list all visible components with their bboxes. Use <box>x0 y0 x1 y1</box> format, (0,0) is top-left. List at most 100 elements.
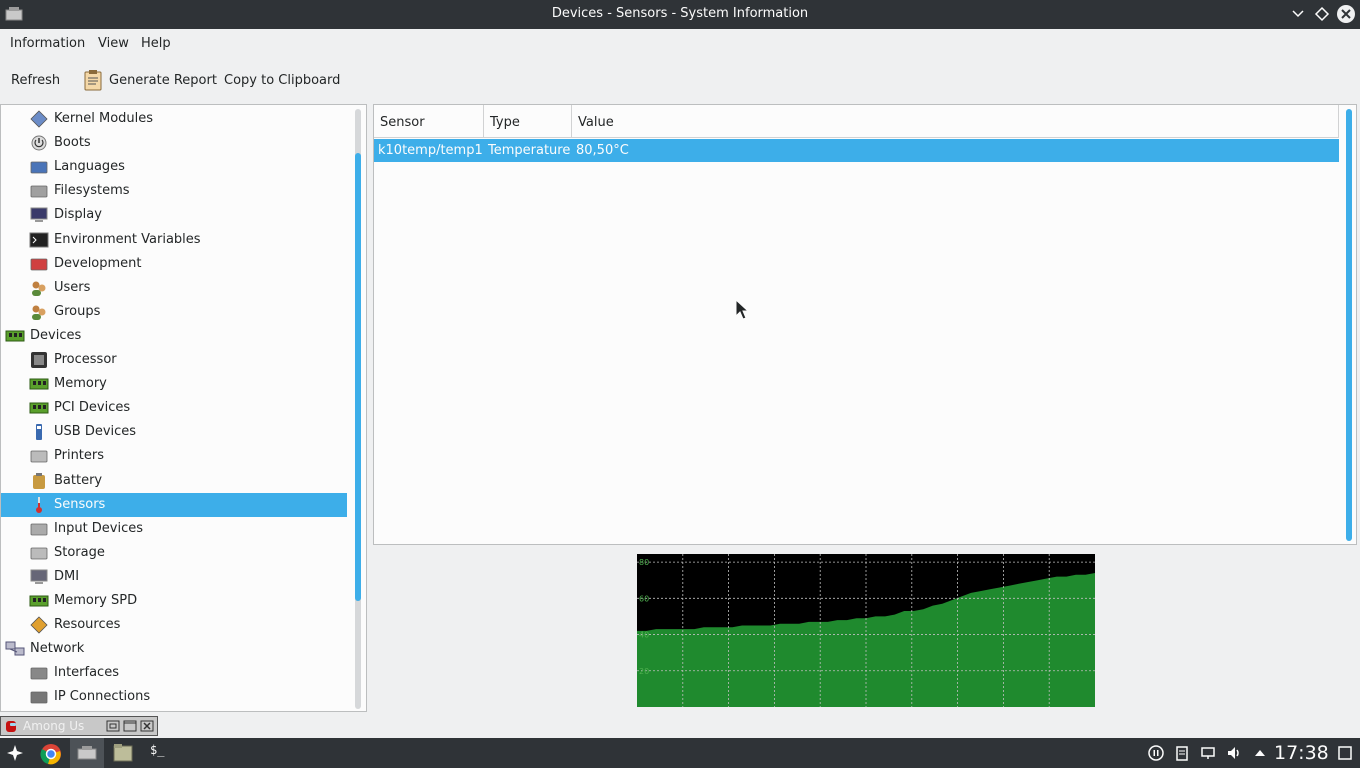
sidebar-item-boots[interactable]: Boots <box>1 131 347 155</box>
sidebar-item-memory-spd[interactable]: Memory SPD <box>1 589 347 613</box>
sidebar-item-environment-variables[interactable]: Environment Variables <box>1 228 347 252</box>
sidebar-item-dmi[interactable]: DMI <box>1 565 347 589</box>
sidebar-item-battery[interactable]: Battery <box>1 469 347 493</box>
sidebar-item-label: Network <box>30 641 85 657</box>
cell-type: Temperature <box>488 143 571 158</box>
storage-icon <box>30 547 48 560</box>
input-devices-icon <box>30 523 48 536</box>
dmi-icon <box>30 569 48 584</box>
clock[interactable]: 17:38 <box>1274 742 1329 764</box>
column-header-value[interactable]: Value <box>572 105 1339 138</box>
sidebar-scrollbar[interactable] <box>355 109 361 709</box>
sidebar-item-label: Languages <box>54 159 125 175</box>
sidebar-item-label: Interfaces <box>54 665 119 681</box>
sidebar-item-resources[interactable]: Resources <box>1 613 347 637</box>
column-header-type[interactable]: Type <box>484 105 572 138</box>
sidebar-item-development[interactable]: Development <box>1 252 347 276</box>
sidebar-item-label: Devices <box>30 327 82 343</box>
cell-sensor: k10temp/temp1 <box>378 143 483 158</box>
sidebar-item-label: Resources <box>54 617 121 633</box>
sidebar-item-usb-devices[interactable]: USB Devices <box>1 420 347 444</box>
table-row[interactable]: k10temp/temp1 Temperature 80,50°C <box>374 139 1339 162</box>
battery-icon <box>33 472 45 489</box>
printer-icon <box>30 450 48 463</box>
app-launcher-icon[interactable] <box>6 744 24 762</box>
sidebar-item-label: Memory SPD <box>54 593 138 608</box>
pci-icon <box>29 402 49 414</box>
copy-to-clipboard-button[interactable]: Copy to Clipboard <box>224 73 340 88</box>
menubar: Information View Help <box>0 29 1360 59</box>
close-button[interactable] <box>1337 5 1355 23</box>
clipboard-icon[interactable] <box>1174 745 1190 761</box>
menu-help[interactable]: Help <box>141 36 171 51</box>
sidebar-tree[interactable]: Kernel Modules Boots Languages Filesystems D… <box>0 104 367 712</box>
sidebar-item-groups[interactable]: Groups <box>1 300 347 324</box>
sidebar-item-label: PCI Devices <box>54 400 131 416</box>
chrome-icon[interactable] <box>40 743 62 765</box>
sidebar-item-label: DMI <box>54 568 80 584</box>
chevron-up-icon[interactable] <box>1252 745 1268 761</box>
restore-icon[interactable] <box>106 720 120 732</box>
sidebar-item-display[interactable]: Display <box>1 203 347 227</box>
sidebar-item-label: Display <box>54 207 102 223</box>
sidebar-item-label: Storage <box>54 544 105 560</box>
sidebar-item-filesystems[interactable]: Filesystems <box>1 179 347 203</box>
processor-icon <box>31 352 47 368</box>
volume-icon[interactable] <box>1226 745 1242 761</box>
graph-tick-label: 60 <box>639 594 649 603</box>
chevron-down-icon <box>1292 10 1304 18</box>
sidebar-item-printers[interactable]: Printers <box>1 444 347 468</box>
pause-icon[interactable] <box>1148 745 1164 761</box>
sidebar-item-network[interactable]: Network <box>1 637 347 661</box>
close-icon[interactable] <box>140 720 154 732</box>
sidebar-item-label: Environment Variables <box>54 231 201 247</box>
maximize-button[interactable] <box>1312 4 1332 24</box>
sidebar-item-interfaces[interactable]: Interfaces <box>1 661 347 685</box>
taskbar: $_ 17:38 <box>0 738 1360 768</box>
ip-connections-icon <box>30 691 48 704</box>
file-manager-icon[interactable] <box>112 743 134 763</box>
terminal-icon[interactable]: $_ <box>150 743 164 757</box>
sidebar-item-devices[interactable]: Devices <box>1 324 347 348</box>
sidebar-item-languages[interactable]: Languages <box>1 155 347 179</box>
network-tray-icon[interactable] <box>1200 745 1216 761</box>
sidebar-item-input-devices[interactable]: Input Devices <box>1 517 347 541</box>
terminal-icon <box>29 232 49 247</box>
sidebar-item-sensors[interactable]: Sensors <box>1 492 347 517</box>
report-icon[interactable] <box>82 69 104 91</box>
sidebar-item-label: Sensors <box>54 496 106 512</box>
menu-view[interactable]: View <box>98 36 129 51</box>
column-header-sensor[interactable]: Sensor <box>374 105 484 138</box>
show-desktop-icon[interactable] <box>1337 745 1353 761</box>
refresh-button[interactable]: Refresh <box>11 73 60 88</box>
sidebar-item-processor[interactable]: Processor <box>1 348 347 372</box>
window-title: Devices - Sensors - System Information <box>551 6 809 21</box>
sidebar-item-label: Memory <box>54 376 107 392</box>
menu-information[interactable]: Information <box>10 36 85 51</box>
sidebar-item-label: Battery <box>54 472 103 488</box>
usb-icon <box>36 424 42 441</box>
taskbar-system-information[interactable] <box>70 738 104 768</box>
sidebar-scrollbar-thumb[interactable] <box>355 153 361 601</box>
minimize-button[interactable] <box>1288 4 1308 24</box>
display-icon <box>30 207 48 223</box>
sidebar-item-storage[interactable]: Storage <box>1 541 347 565</box>
generate-report-button[interactable]: Generate Report <box>109 73 217 88</box>
sidebar-item-memory[interactable]: Memory <box>1 372 347 396</box>
filesystems-icon <box>30 185 48 198</box>
minimized-window-among-us[interactable]: Among Us <box>0 716 158 736</box>
sidebar-item-label: Filesystems <box>54 183 130 199</box>
minimized-window-label: Among Us <box>23 719 85 733</box>
users-icon <box>32 281 46 296</box>
sidebar-item-kernel-modules[interactable]: Kernel Modules <box>1 107 347 131</box>
sidebar-item-users[interactable]: Users <box>1 276 347 300</box>
sidebar-item-ip-connections[interactable]: IP Connections <box>1 685 347 709</box>
groups-icon <box>32 305 46 320</box>
mouse-cursor-icon <box>735 299 750 320</box>
languages-icon <box>30 161 48 174</box>
graph-tick-label: 40 <box>639 631 649 640</box>
sidebar-item-pci-devices[interactable]: PCI Devices <box>1 396 347 420</box>
maximize-icon[interactable] <box>123 720 137 732</box>
table-scrollbar[interactable] <box>1346 109 1352 541</box>
network-icon <box>5 641 25 656</box>
